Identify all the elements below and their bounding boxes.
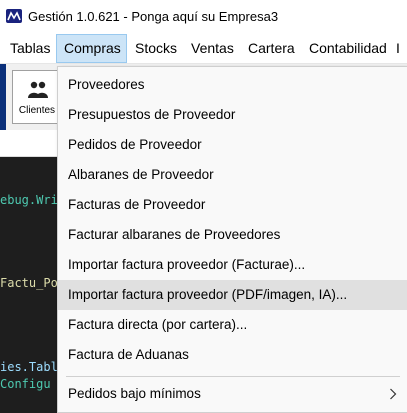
menu-contabilidad[interactable]: Contabilidad bbox=[302, 34, 394, 63]
compras-dropdown-menu: Proveedores Presupuestos de Proveedor Pe… bbox=[57, 66, 407, 413]
menu-tablas[interactable]: Tablas bbox=[3, 34, 57, 63]
menu-item-facturas-proveedor[interactable]: Facturas de Proveedor bbox=[58, 190, 407, 220]
menu-item-importar-pdf-ia[interactable]: Importar factura proveedor (PDF/imagen, … bbox=[58, 280, 407, 310]
menu-item-albaranes-proveedor[interactable]: Albaranes de Proveedor bbox=[58, 160, 407, 190]
menu-bar: Tablas Compras Stocks Ventas Cartera Con… bbox=[0, 34, 407, 64]
people-icon bbox=[28, 81, 48, 98]
title-bar: Gestión 1.0.621 - Ponga aquí su Empresa3 bbox=[0, 0, 407, 34]
menu-item-factura-directa[interactable]: Factura directa (por cartera)... bbox=[58, 310, 407, 340]
menu-item-factura-aduanas[interactable]: Factura de Aduanas bbox=[58, 340, 407, 370]
app-logo-icon bbox=[6, 9, 22, 23]
chevron-right-icon bbox=[390, 388, 397, 400]
menu-stocks[interactable]: Stocks bbox=[128, 34, 184, 63]
menu-ventas[interactable]: Ventas bbox=[184, 34, 241, 63]
menu-cartera[interactable]: Cartera bbox=[241, 34, 302, 63]
menu-separator bbox=[66, 376, 400, 377]
code-line: ies.Tabl bbox=[0, 360, 58, 374]
menu-truncated[interactable]: I bbox=[396, 34, 400, 63]
toolbar-accent-bar bbox=[0, 64, 6, 130]
code-line: Configu bbox=[0, 377, 51, 391]
menu-item-pedidos-bajo-minimos[interactable]: Pedidos bajo mínimos bbox=[58, 379, 407, 409]
window-title: Gestión 1.0.621 - Ponga aquí su Empresa3 bbox=[28, 9, 279, 24]
menu-item-proveedores[interactable]: Proveedores bbox=[58, 70, 407, 100]
clientes-button[interactable]: Clientes bbox=[12, 70, 62, 124]
menu-compras[interactable]: Compras bbox=[56, 34, 127, 63]
code-line: ebug.Wri bbox=[0, 193, 58, 207]
menu-item-pedidos-proveedor[interactable]: Pedidos de Proveedor bbox=[58, 130, 407, 160]
menu-item-label: Pedidos bajo mínimos bbox=[68, 386, 201, 401]
clientes-button-label: Clientes bbox=[18, 105, 56, 116]
code-line: Factu_Po bbox=[0, 276, 58, 290]
menu-item-importar-facturae[interactable]: Importar factura proveedor (Facturae)... bbox=[58, 250, 407, 280]
menu-item-presupuestos-proveedor[interactable]: Presupuestos de Proveedor bbox=[58, 100, 407, 130]
menu-item-facturar-albaranes[interactable]: Facturar albaranes de Proveedores bbox=[58, 220, 407, 250]
